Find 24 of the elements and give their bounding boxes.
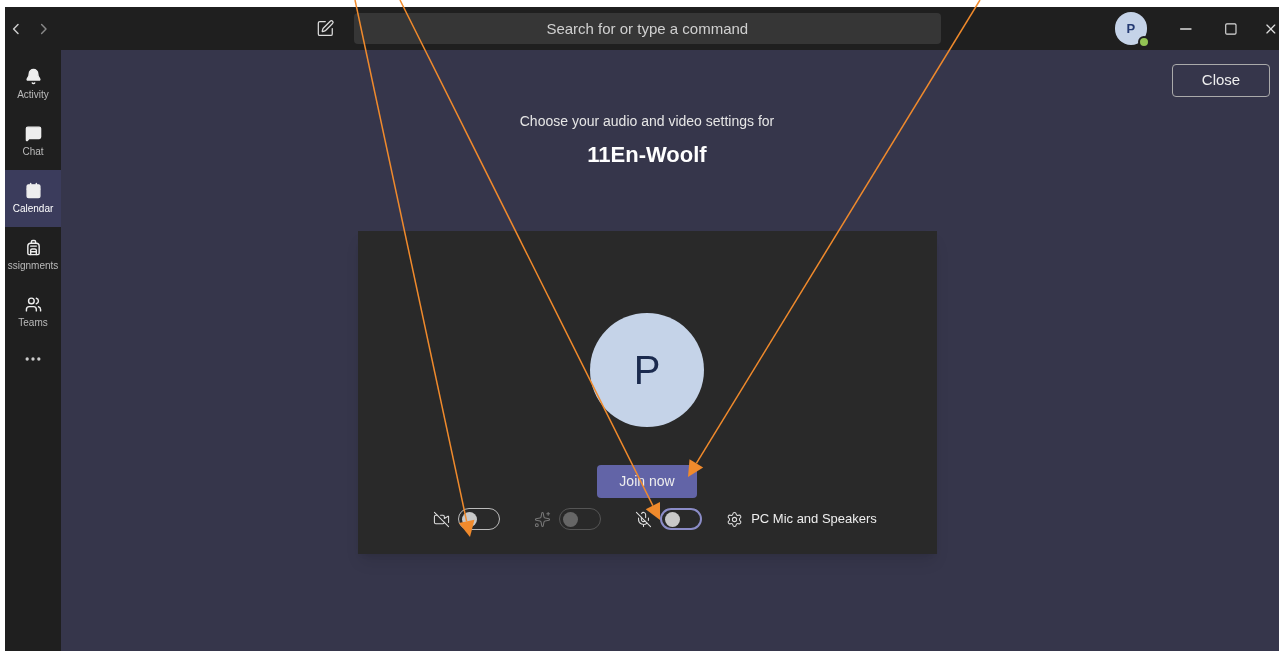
avatar-initial: P (633, 347, 661, 394)
camera-off-icon (433, 510, 451, 528)
backpack-icon (24, 238, 42, 256)
people-icon (24, 295, 42, 313)
sidebar-item[interactable]: Calendar (5, 170, 61, 227)
device-label[interactable]: PC Mic and Speakers (751, 509, 877, 529)
avatar-initial: P (1126, 19, 1136, 38)
search-field[interactable]: Search for or type a command (353, 13, 941, 44)
maximize-icon[interactable] (1223, 21, 1238, 36)
heading: Choose your audio and video settings for (519, 112, 775, 131)
close-button[interactable]: Close (1172, 64, 1270, 97)
sidebar-item[interactable]: Activity (5, 56, 61, 113)
sidebar-item[interactable]: ssignments (5, 227, 61, 284)
account-avatar[interactable]: P (1114, 12, 1148, 45)
meeting-title: 11En-Woolf (587, 141, 707, 169)
sidebar-item[interactable]: Teams (5, 284, 61, 341)
settings-icon[interactable] (726, 510, 744, 528)
calendar-icon (24, 181, 42, 199)
sidebar-item[interactable]: Chat (5, 113, 61, 170)
compose-icon[interactable] (316, 19, 335, 38)
toggle-switch[interactable] (660, 508, 703, 530)
bell-icon (24, 67, 42, 85)
mic-off-icon (635, 510, 653, 528)
chat-icon (24, 124, 42, 142)
